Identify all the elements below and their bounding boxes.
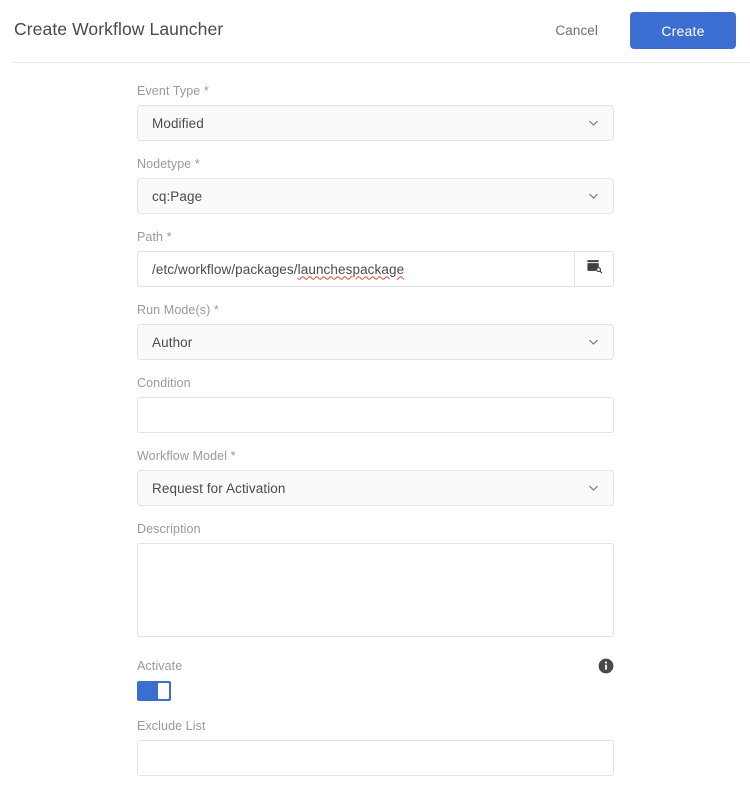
chevron-down-icon <box>588 337 599 348</box>
page-title: Create Workflow Launcher <box>14 19 224 39</box>
header-actions: Cancel Create <box>541 12 736 49</box>
condition-input[interactable] <box>137 397 614 433</box>
nodetype-select[interactable]: cq:Page <box>137 178 614 214</box>
activate-label: Activate <box>137 659 183 673</box>
path-input[interactable]: /etc/workflow/packages/launchespackage <box>137 251 574 287</box>
description-label: Description <box>137 522 201 536</box>
event-type-select[interactable]: Modified <box>137 105 614 141</box>
chevron-down-icon <box>588 118 599 129</box>
field-condition: Condition <box>137 376 614 433</box>
exclude-list-label: Exclude List <box>137 719 206 733</box>
workflow-model-value: Request for Activation <box>152 480 286 496</box>
run-modes-label: Run Mode(s) * <box>137 303 219 317</box>
path-input-group: /etc/workflow/packages/launchespackage <box>137 251 614 287</box>
workflow-model-select[interactable]: Request for Activation <box>137 470 614 506</box>
chevron-down-icon <box>588 191 599 202</box>
field-activate: Activate <box>137 658 614 701</box>
activate-toggle-knob <box>158 683 169 699</box>
folder-search-icon <box>586 258 603 280</box>
field-description: Description <box>137 522 614 642</box>
description-textarea[interactable] <box>137 543 614 637</box>
activate-label-row: Activate <box>137 658 614 674</box>
path-value-prefix: /etc/workflow/packages/ <box>152 261 298 277</box>
launcher-form: Event Type * Modified Nodetype * cq:Page… <box>137 84 614 792</box>
event-type-value: Modified <box>152 115 204 131</box>
path-browse-button[interactable] <box>574 251 614 287</box>
nodetype-value: cq:Page <box>152 188 203 204</box>
header-divider <box>13 62 750 63</box>
run-modes-select[interactable]: Author <box>137 324 614 360</box>
chevron-down-icon <box>588 483 599 494</box>
field-path: Path * /etc/workflow/packages/launchespa… <box>137 230 614 287</box>
field-event-type: Event Type * Modified <box>137 84 614 141</box>
workflow-model-label: Workflow Model * <box>137 449 236 463</box>
info-icon[interactable] <box>598 658 614 674</box>
event-type-label: Event Type * <box>137 84 209 98</box>
field-run-modes: Run Mode(s) * Author <box>137 303 614 360</box>
condition-label: Condition <box>137 376 191 390</box>
nodetype-label: Nodetype * <box>137 157 200 171</box>
field-exclude-list: Exclude List <box>137 719 614 776</box>
cancel-button[interactable]: Cancel <box>541 13 612 48</box>
create-button[interactable]: Create <box>630 12 736 49</box>
page-header: Create Workflow Launcher Cancel Create <box>0 0 750 63</box>
run-modes-value: Author <box>152 334 193 350</box>
field-nodetype: Nodetype * cq:Page <box>137 157 614 214</box>
path-value-misspelled: launchespackage <box>297 261 405 277</box>
field-workflow-model: Workflow Model * Request for Activation <box>137 449 614 506</box>
activate-toggle[interactable] <box>137 681 171 701</box>
exclude-list-input[interactable] <box>137 740 614 776</box>
path-label: Path * <box>137 230 172 244</box>
